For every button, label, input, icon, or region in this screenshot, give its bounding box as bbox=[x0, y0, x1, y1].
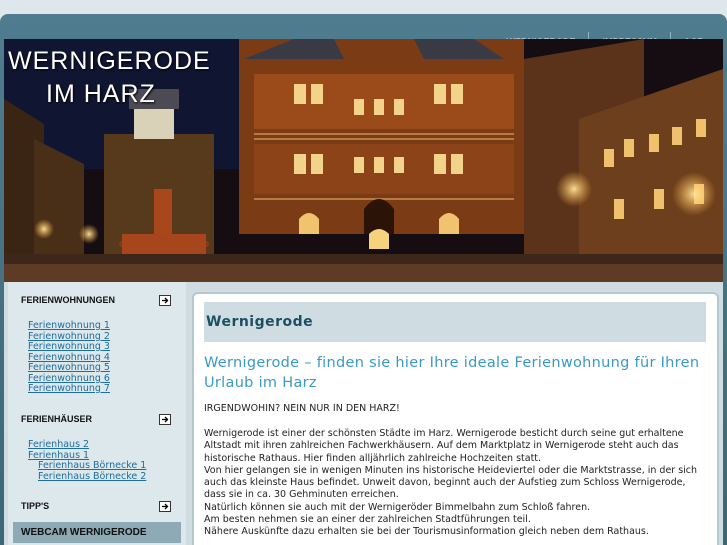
content-paragraph: Von hier gelangen sie in wenigen Minuten… bbox=[204, 464, 698, 501]
content-heading: Wernigerode – finden sie hier Ihre ideal… bbox=[204, 355, 700, 391]
sidebar-link-ferienwohnung-7[interactable]: Ferienwohnung 7 bbox=[28, 383, 110, 395]
content-body: Wernigerode ist einer der schönsten Städ… bbox=[204, 428, 708, 539]
site-title-line-1: WERNIGERODE bbox=[8, 47, 211, 75]
site-title: WERNIGERODE IM HARZ bbox=[8, 45, 211, 111]
sidebar: FERIENWOHNUNGEN Ferienwohnung 1 Ferienwo… bbox=[8, 282, 186, 545]
expand-arrow-icon[interactable] bbox=[159, 295, 171, 306]
site-title-line-2: IM HARZ bbox=[46, 80, 156, 108]
content-paragraph: Natürlich können sie auch mit der Wernig… bbox=[204, 501, 591, 513]
page-title: Wernigerode bbox=[206, 314, 314, 330]
hero-banner: WERNIGERODE IM HARZ bbox=[4, 39, 723, 282]
sidebar-link-ferienhaus-boernecke-2[interactable]: Ferienhaus Börnecke 2 bbox=[28, 471, 146, 483]
content-paragraph: Wernigerode ist einer der schönsten Städ… bbox=[204, 428, 684, 464]
webcam-wernigerode-link[interactable]: WEBCAM WERNIGERODE bbox=[13, 522, 181, 543]
sidebar-link-ferienwohnung-1[interactable]: Ferienwohnung 1 bbox=[28, 320, 110, 332]
main-content: Wernigerode Wernigerode – finden sie hie… bbox=[192, 292, 719, 545]
ferienhaeuser-list: Ferienhaus 2 Ferienhaus 1 Ferienhaus Bör… bbox=[28, 439, 146, 483]
content-paragraph: Am besten nehmen sie an einer der zahlre… bbox=[204, 514, 531, 526]
sidebar-heading-ferienwohnungen[interactable]: FERIENWOHNUNGEN bbox=[21, 295, 115, 305]
content-subheading: IRGENDWOHIN? NEIN NUR IN DEN HARZ! bbox=[204, 403, 400, 414]
sidebar-heading-tipps[interactable]: TIPP'S bbox=[21, 501, 49, 511]
ferienwohnungen-list: Ferienwohnung 1 Ferienwohnung 2 Ferienwo… bbox=[28, 320, 110, 395]
sidebar-link-ferienhaus-boernecke-1[interactable]: Ferienhaus Börnecke 1 bbox=[28, 460, 146, 472]
sidebar-heading-ferienhaeuser[interactable]: FERIENHÄUSER bbox=[21, 414, 92, 424]
sidebar-link-ferienwohnung-3[interactable]: Ferienwohnung 3 bbox=[28, 341, 110, 353]
expand-arrow-icon[interactable] bbox=[159, 501, 171, 512]
content-title-bar: Wernigerode bbox=[204, 302, 706, 342]
sidebar-link-ferienwohnung-5[interactable]: Ferienwohnung 5 bbox=[28, 362, 110, 374]
expand-arrow-icon[interactable] bbox=[159, 414, 171, 425]
content-paragraph: Nähere Auskünfte dazu erhalten sie bei d… bbox=[204, 526, 649, 538]
body-area: FERIENWOHNUNGEN Ferienwohnung 1 Ferienwo… bbox=[4, 282, 723, 545]
sidebar-link-ferienhaus-2[interactable]: Ferienhaus 2 bbox=[28, 439, 146, 451]
